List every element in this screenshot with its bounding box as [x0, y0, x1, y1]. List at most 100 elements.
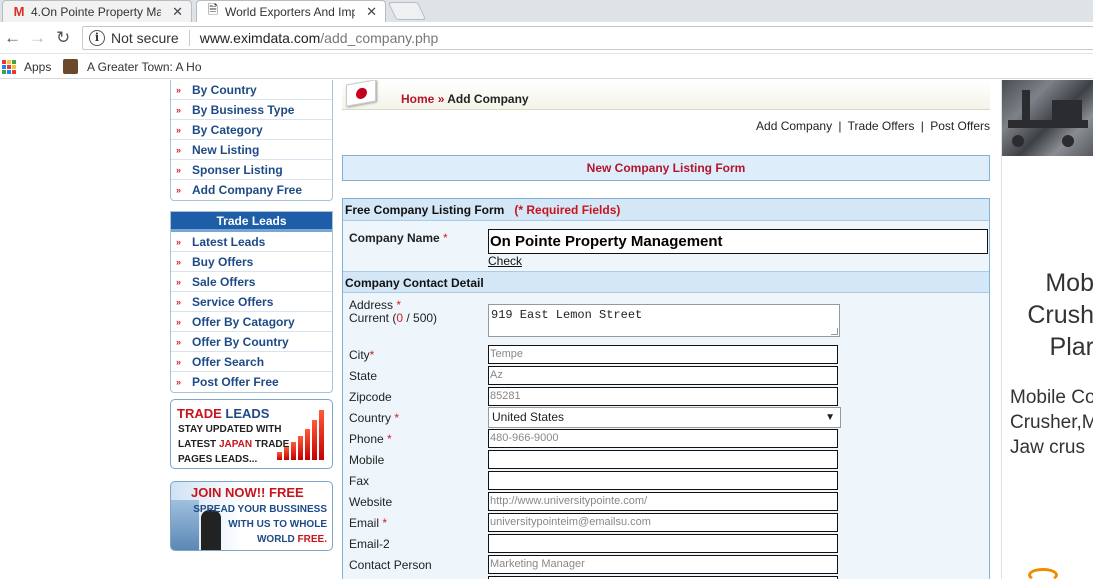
- banner-line: PAGES LEADS...: [178, 454, 258, 465]
- required-note: (* Required Fields): [514, 203, 621, 217]
- resize-handle-icon[interactable]: [831, 328, 838, 335]
- divider: [188, 30, 190, 46]
- bullet-icon: »: [176, 104, 182, 115]
- menu-item-by-category[interactable]: » By Category: [171, 120, 332, 140]
- menu-item-by-business-type[interactable]: » By Business Type: [171, 100, 332, 120]
- city-input[interactable]: Tempe: [488, 345, 838, 364]
- ad-text-line: Mobile Co: [1010, 387, 1093, 408]
- menu-label: Sale Offers: [192, 274, 256, 289]
- bookmarks-bar: Apps A Greater Town: A Ho: [0, 55, 1093, 79]
- tab-gmail[interactable]: M 4.On Pointe Property Ma ✕: [2, 0, 192, 22]
- address-label: Address *: [349, 298, 402, 312]
- address-textarea[interactable]: 919 East Lemon Street: [488, 304, 840, 337]
- bullet-icon: »: [176, 316, 182, 327]
- top-links: Add Company | Trade Offers | Post Offers: [756, 119, 990, 133]
- email-input[interactable]: universitypointeim@emailsu.com: [488, 513, 838, 532]
- check-link[interactable]: Check: [488, 254, 522, 268]
- breadcrumb-home[interactable]: Home: [401, 92, 434, 106]
- state-label: State: [349, 369, 378, 383]
- menu-item-by-country[interactable]: » By Country: [171, 80, 332, 100]
- breadcrumb-current: Add Company: [447, 92, 529, 106]
- menu-item-sponser-listing[interactable]: » Sponser Listing: [171, 160, 332, 180]
- banner-line: SPREAD YOUR BUSSINESS: [193, 504, 327, 515]
- company-name-input[interactable]: On Pointe Property Management: [488, 229, 988, 254]
- phone-input[interactable]: 480-966-9000: [488, 429, 838, 448]
- menu-item-add-company-free[interactable]: » Add Company Free: [171, 180, 332, 200]
- contact-person-label: Contact Person: [349, 558, 432, 572]
- ad-headline-line: Plar: [1049, 333, 1093, 361]
- close-tab-icon[interactable]: ✕: [172, 4, 183, 20]
- state-input[interactable]: Az: [488, 366, 838, 385]
- reload-icon[interactable]: ↻: [56, 28, 70, 48]
- banner-line: WORLD FREE.: [256, 534, 327, 545]
- bookmark-greater-town[interactable]: A Greater Town: A Ho: [87, 60, 201, 74]
- bullet-icon: »: [176, 185, 182, 195]
- country-select[interactable]: United States ▼: [488, 407, 841, 428]
- browse-menu: » By Country » By Business Type » By Catego…: [170, 80, 333, 201]
- menu-item-post-offer-free[interactable]: » Post Offer Free: [171, 372, 332, 392]
- fax-input[interactable]: [488, 471, 838, 490]
- bullet-icon: »: [176, 236, 182, 247]
- phone-label: Phone *: [349, 432, 392, 446]
- back-icon[interactable]: ←: [4, 28, 21, 48]
- fax-label: Fax: [349, 474, 370, 488]
- website-label: Website: [349, 495, 393, 509]
- email2-input[interactable]: [488, 534, 838, 553]
- bookmark-apps[interactable]: Apps: [24, 60, 51, 74]
- country-label: Country *: [349, 411, 400, 425]
- menu-label: Post Offer Free: [192, 375, 279, 389]
- trade-leads-banner[interactable]: TRADE LEADS STAY UPDATED WITH LATEST JAP…: [170, 399, 333, 469]
- menu-item-sale-offers[interactable]: » Sale Offers: [171, 272, 332, 292]
- ad-text-line: Jaw crus: [1010, 437, 1085, 458]
- new-tab-button[interactable]: [387, 2, 427, 20]
- join-now-banner[interactable]: JOIN NOW!! FREE SPREAD YOUR BUSSINESS WI…: [170, 481, 333, 551]
- bullet-icon: »: [176, 377, 182, 387]
- email2-label: Email-2: [349, 537, 390, 551]
- menu-item-service-offers[interactable]: » Service Offers: [171, 292, 332, 312]
- forward-icon[interactable]: →: [29, 28, 46, 48]
- growth-chart-icon: [277, 410, 324, 460]
- website-input[interactable]: http://www.universitypointe.com/: [488, 492, 838, 511]
- link-add-company[interactable]: Add Company: [756, 119, 832, 133]
- info-icon[interactable]: i: [89, 30, 105, 46]
- bullet-icon: »: [176, 276, 182, 287]
- contact-person-input[interactable]: Marketing Manager: [488, 555, 838, 574]
- menu-label: New Listing: [192, 142, 260, 157]
- menu-label: By Business Type: [192, 102, 295, 117]
- breadcrumb: Home » Add Company: [401, 92, 529, 106]
- zipcode-input[interactable]: 85281: [488, 387, 838, 406]
- banner-line: WITH US TO WHOLE: [228, 519, 327, 530]
- menu-item-buy-offers[interactable]: » Buy Offers: [171, 252, 332, 272]
- address-bar[interactable]: i Not secure www.eximdata.com /add_compa…: [82, 26, 1093, 50]
- right-advertisement[interactable]: Mob Crush Plar Mobile Co Crusher,M Jaw c…: [1001, 80, 1093, 579]
- menu-label: Add Company Free: [192, 183, 303, 197]
- mobile-input[interactable]: [488, 450, 838, 469]
- menu-label: Buy Offers: [192, 254, 254, 269]
- link-post-offers[interactable]: Post Offers: [930, 119, 990, 133]
- menu-item-offer-by-country[interactable]: » Offer By Country: [171, 332, 332, 352]
- bullet-icon: »: [176, 336, 182, 347]
- banner-title: TRADE LEADS: [177, 406, 270, 421]
- address-char-counter: Current (0 / 500): [349, 311, 438, 325]
- trade-leads-menu: Trade Leads » Latest Leads » Buy Offers » S…: [170, 211, 333, 393]
- menu-item-latest-leads[interactable]: » Latest Leads: [171, 232, 332, 252]
- banner-line: LATEST JAPAN TRADE: [178, 439, 290, 450]
- link-trade-offers[interactable]: Trade Offers: [848, 119, 915, 133]
- apps-grid-icon[interactable]: [2, 60, 16, 74]
- left-sidebar: » By Country » By Business Type » By Catego…: [170, 80, 333, 551]
- menu-label: Offer By Catagory: [192, 314, 295, 329]
- tab-title: World Exporters And Imp: [225, 4, 355, 19]
- tab-strip: M 4.On Pointe Property Ma ✕ 🗎 World Expo…: [0, 0, 1093, 22]
- divider: |: [838, 119, 842, 133]
- bullet-icon: »: [176, 84, 182, 95]
- menu-item-offer-search[interactable]: » Offer Search: [171, 352, 332, 372]
- close-tab-icon[interactable]: ✕: [366, 4, 377, 20]
- tab-title: 4.On Pointe Property Ma: [31, 4, 161, 19]
- ad-logo-icon: [1028, 568, 1058, 579]
- menu-item-new-listing[interactable]: » New Listing: [171, 140, 332, 160]
- security-label: Not secure: [111, 30, 179, 46]
- banner-title: JOIN NOW!! FREE: [191, 485, 304, 500]
- tab-world-exporters[interactable]: 🗎 World Exporters And Imp ✕: [196, 0, 386, 22]
- menu-item-offer-by-catagory[interactable]: » Offer By Catagory: [171, 312, 332, 332]
- menu-label: Latest Leads: [192, 234, 266, 249]
